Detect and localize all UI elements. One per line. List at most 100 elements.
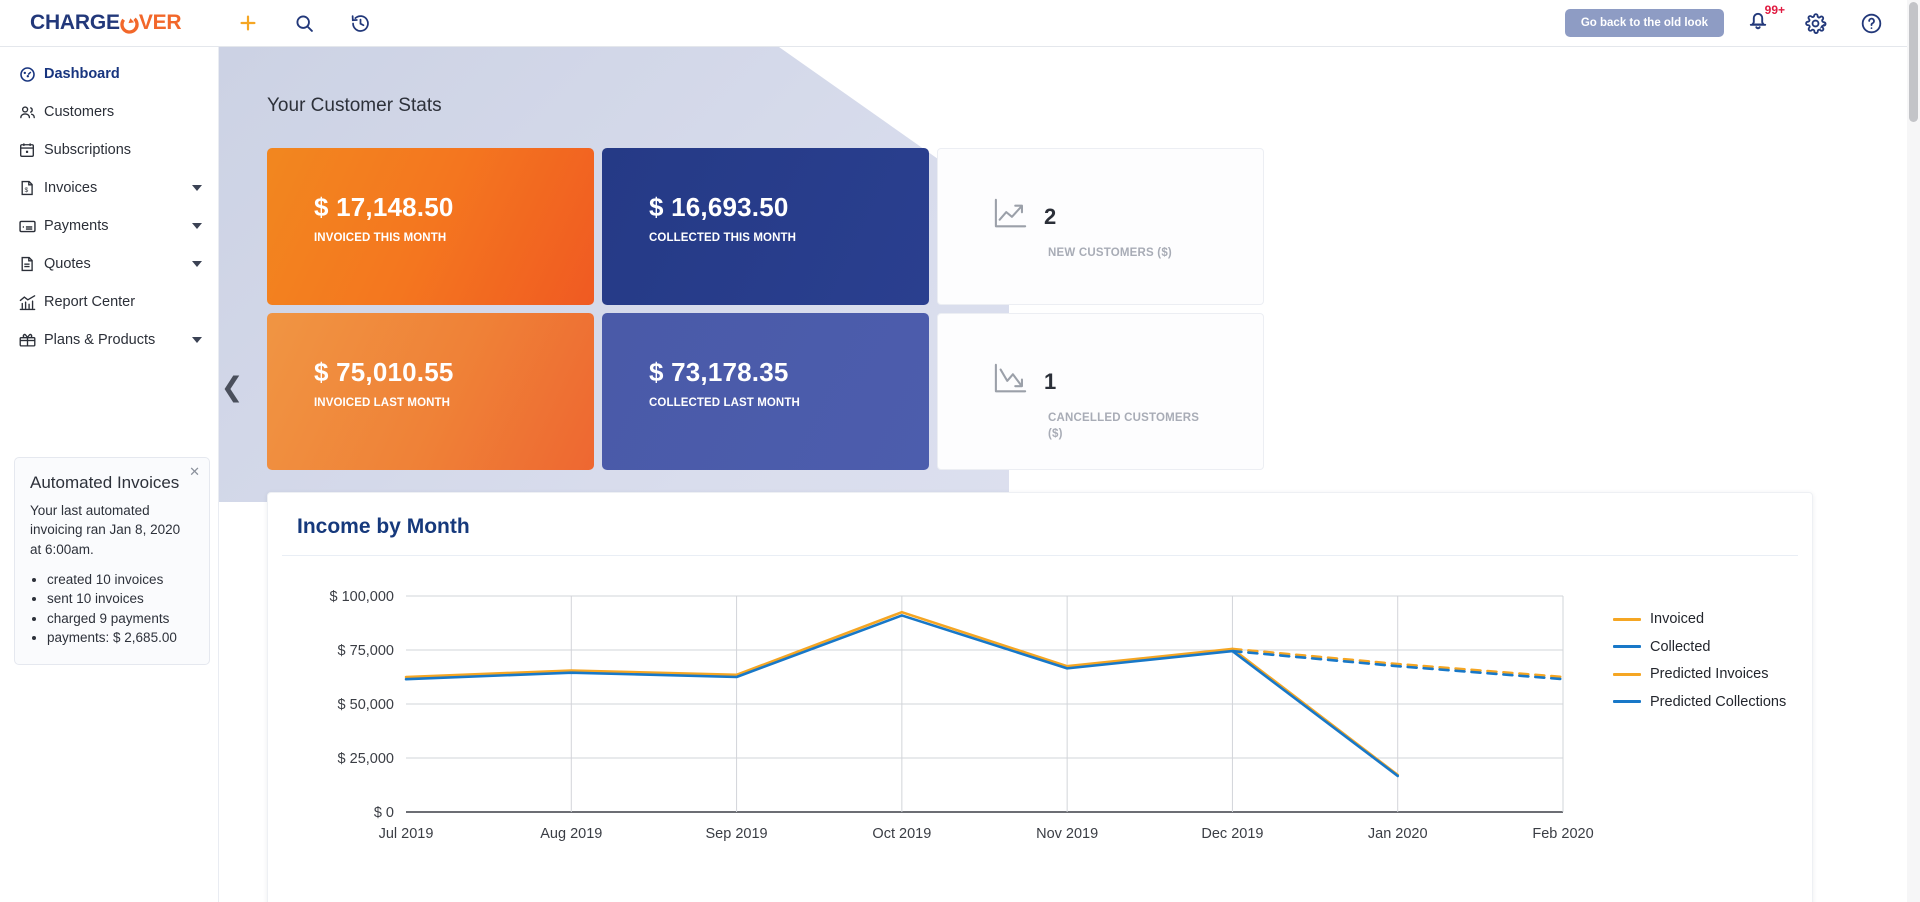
card-collected-this-month[interactable]: $ 16,693.50 COLLECTED THIS MONTH bbox=[602, 148, 929, 305]
question-circle-icon[interactable] bbox=[1854, 6, 1888, 40]
sidebar: Dashboard Customers Subscriptions $ Invo… bbox=[0, 47, 219, 902]
x-axis-tick-label: Nov 2019 bbox=[1036, 826, 1098, 842]
card-invoiced-last-month[interactable]: $ 75,010.55 INVOICED LAST MONTH bbox=[267, 313, 594, 470]
search-icon[interactable] bbox=[287, 6, 321, 40]
x-axis-tick-label: Oct 2019 bbox=[872, 826, 931, 842]
x-axis-tick-label: Dec 2019 bbox=[1201, 826, 1263, 842]
stat-cards: $ 17,148.50 INVOICED THIS MONTH $ 16,693… bbox=[267, 148, 1292, 478]
legend-label: Invoiced bbox=[1650, 611, 1705, 627]
chevron-down-icon[interactable] bbox=[192, 337, 202, 343]
list-item: payments: $ 2,685.00 bbox=[47, 628, 194, 648]
sidebar-item-label: Plans & Products bbox=[44, 332, 156, 348]
stat-card-row-this-month: $ 17,148.50 INVOICED THIS MONTH $ 16,693… bbox=[267, 148, 1292, 305]
page-title: Your Customer Stats bbox=[267, 95, 442, 116]
x-axis-tick-label: Jan 2020 bbox=[1368, 826, 1428, 842]
sidebar-item-customers[interactable]: Customers bbox=[0, 93, 218, 131]
close-icon[interactable]: ✕ bbox=[189, 465, 200, 478]
list-item: charged 9 payments bbox=[47, 609, 194, 629]
document-icon bbox=[18, 255, 44, 273]
sidebar-item-payments[interactable]: Payments bbox=[0, 207, 218, 245]
panel-bullet-list: created 10 invoices sent 10 invoices cha… bbox=[47, 570, 194, 648]
sidebar-item-invoices[interactable]: $ Invoices bbox=[0, 169, 218, 207]
main-content: ❮ Your Customer Stats $ 17,148.50 INVOIC… bbox=[219, 47, 1920, 902]
card-value: $ 16,693.50 bbox=[649, 192, 789, 222]
go-back-old-look-button[interactable]: Go back to the old look bbox=[1564, 9, 1724, 37]
svg-text:$: $ bbox=[24, 187, 28, 194]
sidebar-item-label: Quotes bbox=[44, 256, 91, 272]
card-invoiced-this-month[interactable]: $ 17,148.50 INVOICED THIS MONTH bbox=[267, 148, 594, 305]
logo-circular-arrow-icon bbox=[120, 14, 139, 34]
x-axis-tick-label: Jul 2019 bbox=[379, 826, 434, 842]
legend-swatch bbox=[1613, 617, 1641, 621]
card-new-customers[interactable]: 2 NEW CUSTOMERS ($) bbox=[937, 148, 1264, 305]
chevron-left-icon[interactable]: ❮ bbox=[219, 347, 245, 427]
history-clock-icon[interactable] bbox=[343, 6, 377, 40]
y-axis-tick-label: $ 100,000 bbox=[329, 589, 394, 605]
chart-body: $ 0 $ 25,000 $ 50,000 $ 75,000 $ 100,000 Jul … bbox=[268, 556, 1814, 902]
sidebar-item-quotes[interactable]: Quotes bbox=[0, 245, 218, 283]
trend-down-icon bbox=[992, 362, 1030, 401]
dashboard-gauge-icon bbox=[18, 65, 44, 84]
legend-swatch bbox=[1613, 645, 1641, 648]
y-axis-tick-label: $ 25,000 bbox=[338, 751, 394, 767]
page-scrollbar-thumb[interactable] bbox=[1909, 2, 1918, 122]
x-axis-tick-label: Feb 2020 bbox=[1532, 826, 1593, 842]
automated-invoices-panel: ✕ Automated Invoices Your last automated… bbox=[14, 457, 210, 665]
card-cancelled-customers[interactable]: 1 CANCELLED CUSTOMERS ($) bbox=[937, 313, 1264, 470]
sidebar-item-report-center[interactable]: Report Center bbox=[0, 283, 218, 321]
chevron-down-icon[interactable] bbox=[192, 261, 202, 267]
sidebar-item-subscriptions[interactable]: Subscriptions bbox=[0, 131, 218, 169]
gear-icon[interactable] bbox=[1798, 6, 1832, 40]
y-axis-tick-label: $ 50,000 bbox=[338, 697, 394, 713]
notification-badge: 99+ bbox=[1764, 3, 1785, 17]
card-label: COLLECTED LAST MONTH bbox=[649, 397, 800, 409]
income-by-month-panel: Income by Month $ 0 $ 25,000 $ 50,000 $ 75,… bbox=[267, 492, 1813, 902]
card-number: 1 bbox=[1044, 368, 1057, 394]
chevron-down-icon[interactable] bbox=[192, 223, 202, 229]
logo-text-over: VER bbox=[138, 11, 182, 34]
sidebar-item-label: Dashboard bbox=[44, 66, 120, 82]
legend-label: Predicted Collections bbox=[1650, 693, 1787, 710]
legend-item-predicted-collections[interactable]: Predicted Collections bbox=[1613, 694, 1786, 710]
card-collected-last-month[interactable]: $ 73,178.35 COLLECTED LAST MONTH bbox=[602, 313, 929, 470]
legend-swatch bbox=[1613, 700, 1641, 703]
list-item: sent 10 invoices bbox=[47, 589, 194, 609]
card-value: $ 73,178.35 bbox=[649, 357, 789, 387]
sidebar-item-dashboard[interactable]: Dashboard bbox=[0, 55, 218, 93]
x-axis-tick-label: Aug 2019 bbox=[540, 826, 602, 842]
notifications-bell[interactable]: 99+ bbox=[1746, 3, 1785, 38]
card-value: $ 17,148.50 bbox=[314, 192, 454, 222]
card-number: 2 bbox=[1044, 203, 1057, 229]
x-axis-tick-label: Sep 2019 bbox=[706, 826, 768, 842]
sidebar-item-label: Subscriptions bbox=[44, 142, 132, 158]
legend-label: Predicted Invoices bbox=[1650, 666, 1769, 682]
invoice-doc-icon: $ bbox=[18, 179, 44, 197]
legend-item-collected[interactable]: Collected bbox=[1613, 639, 1786, 655]
sidebar-item-plans-products[interactable]: Plans & Products bbox=[0, 321, 218, 359]
y-axis-tick-label: $ 0 bbox=[374, 805, 394, 821]
card-value: $ 75,010.55 bbox=[314, 357, 454, 387]
card-label: NEW CUSTOMERS ($) bbox=[1048, 247, 1172, 259]
card-label: INVOICED THIS MONTH bbox=[314, 232, 447, 244]
calendar-icon bbox=[18, 141, 44, 159]
chevron-down-icon[interactable] bbox=[192, 185, 202, 191]
trend-up-icon bbox=[992, 197, 1030, 236]
card-label: INVOICED LAST MONTH bbox=[314, 397, 451, 409]
chart-legend: Invoiced Collected Predicted Invoices Pr… bbox=[1613, 611, 1786, 710]
bar-chart-icon bbox=[18, 293, 44, 312]
sidebar-item-label: Payments bbox=[44, 218, 109, 234]
sidebar-item-label: Customers bbox=[44, 104, 115, 120]
credit-card-icon bbox=[18, 217, 44, 236]
top-bar: CHARGE VER Go back to the old look 99+ bbox=[0, 0, 1920, 47]
plus-icon[interactable] bbox=[231, 6, 265, 40]
legend-label: Collected bbox=[1650, 638, 1711, 655]
panel-title: Automated Invoices bbox=[30, 473, 180, 492]
chargeover-logo[interactable]: CHARGE VER bbox=[30, 11, 182, 35]
page-scrollbar-track[interactable] bbox=[1907, 0, 1920, 902]
logo-text-charge: CHARGE bbox=[30, 11, 120, 34]
legend-item-predicted-invoices[interactable]: Predicted Invoices bbox=[1613, 666, 1786, 682]
line-chart[interactable]: $ 0 $ 25,000 $ 50,000 $ 75,000 $ 100,000 Jul … bbox=[268, 556, 1814, 902]
list-item: created 10 invoices bbox=[47, 570, 194, 590]
legend-item-invoiced[interactable]: Invoiced bbox=[1613, 611, 1786, 627]
legend-swatch bbox=[1613, 672, 1641, 676]
